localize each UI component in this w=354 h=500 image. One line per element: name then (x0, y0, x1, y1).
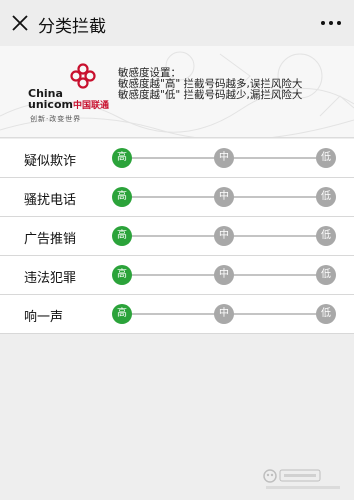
unicom-knot-icon (70, 63, 96, 89)
level-high-option[interactable]: 高 (112, 226, 132, 246)
logo-text-unicom: unicom中国联通 (28, 98, 109, 111)
category-list: 疑似欺诈 高 中 低 骚扰电话 高 中 低 广告推销 高 中 低 违法犯罪 高 … (0, 139, 354, 334)
level-mid-option[interactable]: 中 (214, 187, 234, 207)
sensitivity-slider[interactable]: 高 中 低 (112, 304, 336, 324)
level-low-option[interactable]: 低 (316, 265, 336, 285)
category-row-harassment: 骚扰电话 高 中 低 (0, 178, 354, 217)
category-label: 疑似欺诈 (24, 154, 77, 169)
logo-text-cn: 中国联通 (72, 101, 109, 111)
sensitivity-slider[interactable]: 高 中 低 (112, 265, 336, 285)
category-label: 骚扰电话 (24, 193, 77, 208)
sensitivity-slider[interactable]: 高 中 低 (112, 148, 336, 168)
sensitivity-slider[interactable]: 高 中 低 (112, 226, 336, 246)
desc-line-low: 敏感度越"低" 拦截号码越少,漏拦风险大 (118, 89, 303, 101)
sensitivity-banner: China unicom中国联通 创新·改变世界 敏感度设置： 敏感度越"高" … (0, 46, 354, 138)
level-mid-option[interactable]: 中 (214, 265, 234, 285)
sensitivity-slider[interactable]: 高 中 低 (112, 187, 336, 207)
close-icon[interactable] (10, 13, 30, 33)
level-mid-option[interactable]: 中 (214, 148, 234, 168)
logo-slogan: 创新·改变世界 (30, 115, 82, 123)
category-label: 响一声 (24, 310, 64, 325)
sensitivity-description: 敏感度设置： 敏感度越"高" 拦截号码越多,误拦风险大 敏感度越"低" 拦截号码… (118, 68, 302, 101)
level-high-option[interactable]: 高 (112, 148, 132, 168)
category-row-advertising: 广告推销 高 中 低 (0, 217, 354, 256)
category-row-one-ring: 响一声 高 中 低 (0, 295, 354, 334)
level-mid-option[interactable]: 中 (214, 226, 234, 246)
category-label: 广告推销 (24, 232, 77, 247)
level-low-option[interactable]: 低 (316, 304, 336, 324)
level-low-option[interactable]: 低 (316, 148, 336, 168)
category-label: 违法犯罪 (24, 271, 77, 286)
more-dots-icon[interactable] (318, 12, 344, 34)
page-title: 分类拦截 (38, 17, 106, 37)
category-row-fraud: 疑似欺诈 高 中 低 (0, 139, 354, 178)
category-row-crime: 违法犯罪 高 中 低 (0, 256, 354, 295)
china-unicom-logo: China unicom中国联通 创新·改变世界 (28, 62, 110, 128)
level-low-option[interactable]: 低 (316, 226, 336, 246)
level-low-option[interactable]: 低 (316, 187, 336, 207)
baidu-jingyan-watermark (263, 469, 340, 489)
top-bar: 分类拦截 (0, 0, 354, 46)
level-high-option[interactable]: 高 (112, 304, 132, 324)
level-high-option[interactable]: 高 (112, 265, 132, 285)
level-mid-option[interactable]: 中 (214, 304, 234, 324)
level-high-option[interactable]: 高 (112, 187, 132, 207)
